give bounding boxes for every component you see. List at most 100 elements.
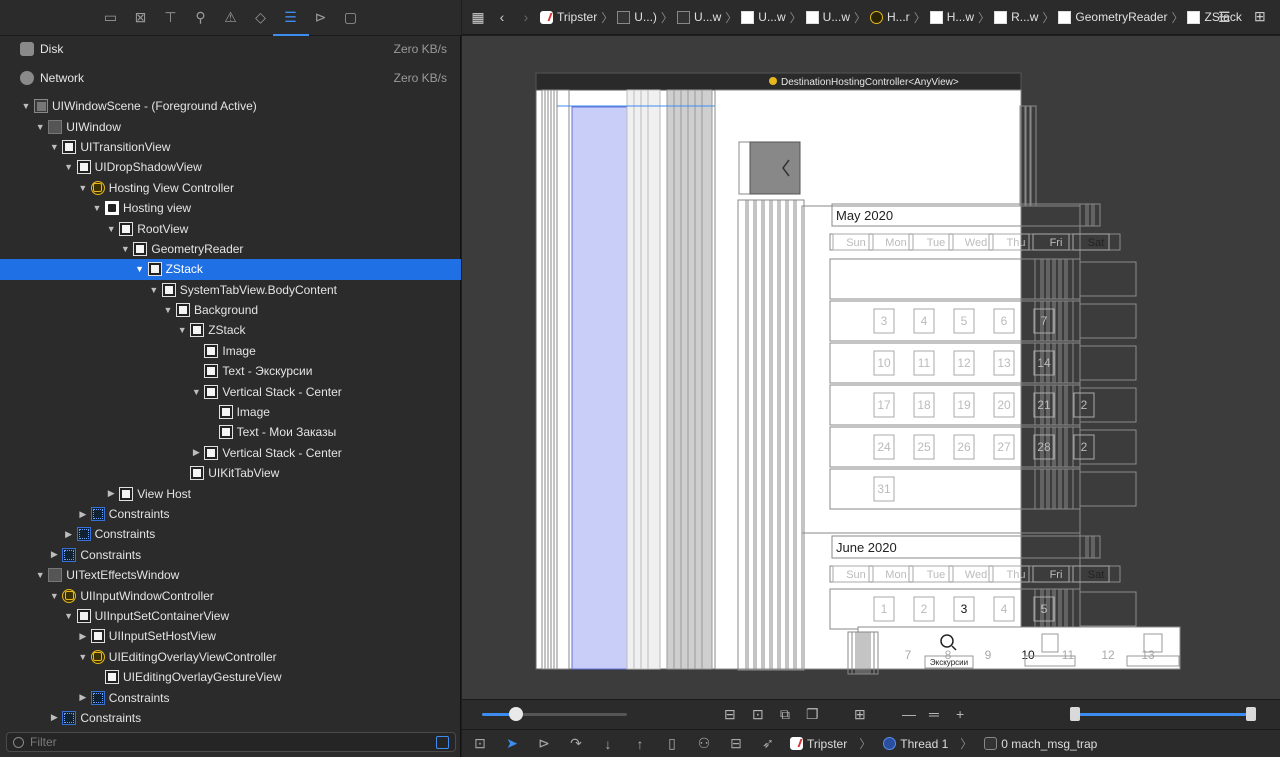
filter-field[interactable]: Filter <box>6 732 456 752</box>
tree-row[interactable]: ▼ UIWindowScene - (Foreground Active) <box>0 96 461 116</box>
environment-icon[interactable]: ⊟ <box>726 735 746 752</box>
disclosure-open-icon[interactable]: ▼ <box>176 325 188 335</box>
tree-row[interactable]: ▼ UIWindow <box>0 116 461 136</box>
disclosure-open-icon[interactable]: ▼ <box>63 611 75 621</box>
disclosure-closed-icon[interactable]: ▶ <box>105 488 117 499</box>
disclosure-closed-icon[interactable]: ▶ <box>190 447 202 458</box>
disclosure-closed-icon[interactable]: ▶ <box>48 549 60 560</box>
disclosure-open-icon[interactable]: ▼ <box>77 652 89 662</box>
hierarchy-icon[interactable]: ⊤ <box>156 3 186 33</box>
disclosure-open-icon[interactable]: ▼ <box>119 244 131 254</box>
jumpbar-crumb[interactable]: GeometryReader <box>1058 10 1167 24</box>
spacing-slider-knob[interactable] <box>509 707 523 721</box>
folder-icon[interactable]: ▭ <box>96 3 126 33</box>
warning-icon[interactable]: ⚠ <box>216 3 246 33</box>
disclosure-closed-icon[interactable]: ▶ <box>48 712 60 723</box>
x-square-icon[interactable]: ⊠ <box>126 3 156 33</box>
tree-row[interactable]: ▶ Vertical Stack - Center <box>0 443 461 463</box>
search-icon[interactable]: ⚲ <box>186 3 216 33</box>
clip-icon[interactable]: ⊟ <box>724 706 736 723</box>
location-icon[interactable]: ➶ <box>758 735 778 752</box>
tree-row[interactable]: Image <box>0 341 461 361</box>
zoom-out-icon[interactable]: — <box>902 706 916 722</box>
disclosure-open-icon[interactable]: ▼ <box>134 264 146 274</box>
tree-row[interactable]: ▶ Constraints <box>0 545 461 565</box>
continue-icon[interactable]: ⊳ <box>534 735 554 752</box>
tree-row[interactable]: Text - Мои Заказы <box>0 422 461 442</box>
tree-row[interactable]: ▼ UIInputSetContainerView <box>0 606 461 626</box>
memory-graph-icon[interactable]: ⚇ <box>694 735 714 752</box>
debug-frame[interactable]: 0 mach_msg_trap <box>984 737 1097 751</box>
tree-row[interactable]: ▼ UITextEffectsWindow <box>0 565 461 585</box>
disclosure-closed-icon[interactable]: ▶ <box>77 509 89 520</box>
disclosure-closed-icon[interactable]: ▶ <box>63 529 75 540</box>
tree-row[interactable]: ▶ Constraints <box>0 524 461 544</box>
disclosure-open-icon[interactable]: ▼ <box>34 570 46 580</box>
diamond-icon[interactable]: ◇ <box>246 3 276 33</box>
tree-row[interactable]: ▼ UIEditingOverlayViewController <box>0 647 461 667</box>
tree-row[interactable]: Text - Экскурсии <box>0 361 461 381</box>
disclosure-closed-icon[interactable]: ▶ <box>77 631 89 642</box>
back-button-frame[interactable] <box>749 141 801 195</box>
jumpbar-crumb[interactable]: Tripster <box>540 10 597 24</box>
back-icon[interactable]: ‹ <box>492 9 512 25</box>
tree-row[interactable]: ▶ UIInputSetHostView <box>0 626 461 646</box>
disclosure-open-icon[interactable]: ▼ <box>48 591 60 601</box>
tree-row[interactable]: ▶ Constraints <box>0 708 461 728</box>
tree-row[interactable]: ▼ UIInputWindowController <box>0 585 461 605</box>
range-slider-start[interactable] <box>1070 707 1080 721</box>
step-out-icon[interactable]: ↑ <box>630 736 650 752</box>
tree-row[interactable]: ▼ Hosting View Controller <box>0 178 461 198</box>
filter-options-icon[interactable] <box>436 735 449 749</box>
view-hierarchy-3d[interactable]: DestinationHostingController<AnyView> May… <box>462 36 1280 699</box>
disclosure-open-icon[interactable]: ▼ <box>63 162 75 172</box>
disclosure-open-icon[interactable]: ▼ <box>105 224 117 234</box>
jumpbar-crumb[interactable]: H...r <box>870 10 910 24</box>
tree-row[interactable]: ▼ Vertical Stack - Center <box>0 381 461 401</box>
tree-row[interactable]: ▼ Hosting view <box>0 198 461 218</box>
jumpbar-crumb[interactable]: U...w <box>741 10 786 24</box>
tree-row[interactable]: ▶ Constraints <box>0 687 461 707</box>
range-slider-end[interactable] <box>1246 707 1256 721</box>
disclosure-open-icon[interactable]: ▼ <box>148 285 160 295</box>
frames-icon[interactable]: ⊡ <box>752 706 764 723</box>
disclosure-open-icon[interactable]: ▼ <box>77 183 89 193</box>
tree-row[interactable]: ▶ View Host <box>0 483 461 503</box>
disclosure-open-icon[interactable]: ▼ <box>34 122 46 132</box>
lines-icon[interactable]: ☰ <box>1218 9 1231 26</box>
tag-icon[interactable]: ⊳ <box>306 3 336 33</box>
disclosure-open-icon[interactable]: ▼ <box>48 142 60 152</box>
breakpoints-icon[interactable]: ➤ <box>502 735 522 752</box>
disclosure-closed-icon[interactable]: ▶ <box>77 692 89 703</box>
debug-app[interactable]: Tripster <box>790 737 847 751</box>
list-icon[interactable]: ☰ <box>272 3 309 36</box>
jumpbar-crumb[interactable]: U...w <box>805 10 850 24</box>
console-toggle-icon[interactable]: ⊡ <box>470 735 490 752</box>
tree-row[interactable]: ▼ GeometryReader <box>0 239 461 259</box>
disclosure-open-icon[interactable]: ▼ <box>162 305 174 315</box>
jumpbar-crumb[interactable]: U...w <box>676 10 721 24</box>
view-debugger-canvas[interactable]: DestinationHostingController<AnyView> May… <box>462 36 1280 699</box>
step-over-icon[interactable]: ↷ <box>566 735 586 752</box>
tree-row[interactable]: ▼ SystemTabView.BodyContent <box>0 280 461 300</box>
spacing-slider[interactable] <box>482 707 627 721</box>
tree-row[interactable]: ▶ Constraints <box>0 504 461 524</box>
tree-row[interactable]: UIEditingOverlayGestureView <box>0 667 461 687</box>
step-into-icon[interactable]: ↓ <box>598 736 618 752</box>
tree-row[interactable]: ▼ RootView <box>0 218 461 238</box>
add-editor-icon[interactable]: ⊞ <box>1254 8 1266 25</box>
grid-icon[interactable]: ▦ <box>468 9 488 26</box>
jumpbar-crumb[interactable]: H...w <box>929 10 974 24</box>
zoom-in-icon[interactable]: + <box>956 706 964 722</box>
jumpbar-crumb[interactable]: U...) <box>617 10 657 24</box>
gauge-network[interactable]: Network Zero KB/s <box>0 63 461 93</box>
zoom-actual-icon[interactable]: ═ <box>929 706 939 722</box>
forward-icon[interactable]: › <box>516 9 536 25</box>
range-slider[interactable] <box>1070 707 1256 721</box>
gauge-disk[interactable]: Disk Zero KB/s <box>0 34 461 64</box>
tree-row[interactable]: ▼ ZStack <box>0 320 461 340</box>
disclosure-open-icon[interactable]: ▼ <box>91 203 103 213</box>
jumpbar-crumb[interactable]: ZStack <box>1187 10 1242 24</box>
jumpbar-crumb[interactable]: R...w <box>994 10 1038 24</box>
tree-row[interactable]: UIKitTabView <box>0 463 461 483</box>
